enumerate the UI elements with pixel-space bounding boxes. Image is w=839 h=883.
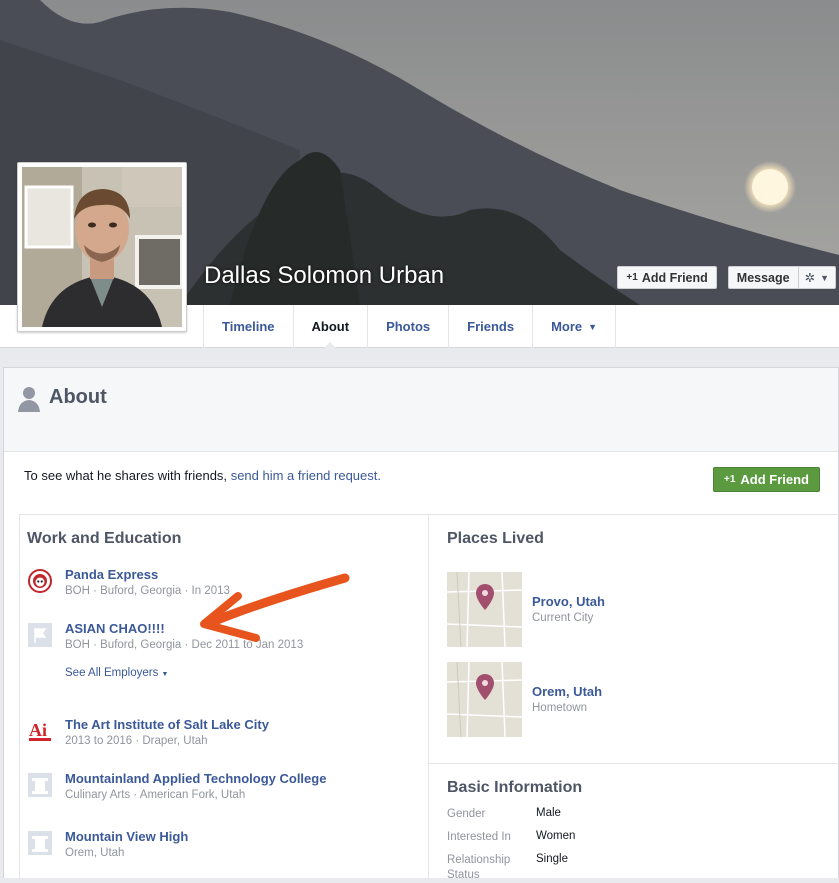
places-lived-title: Places Lived [447,530,544,547]
message-button[interactable]: Message [727,266,799,289]
school-name-link[interactable]: The Art Institute of Salt Lake City [65,717,269,732]
profile-name[interactable]: Dallas Solomon Urban [204,262,444,290]
employer-details: BOH · Buford, Georgia · Dec 2011 to Jan … [65,639,304,651]
tab-more[interactable]: More ▼ [533,305,617,348]
caret-down-icon: ▼ [588,321,598,332]
info-key: Interested In [447,831,511,843]
add-friend-label: Add Friend [641,270,708,285]
caret-down-icon: ▼ [161,671,169,678]
svg-text:Ai: Ai [29,720,47,740]
tab-timeline[interactable]: Timeline [204,305,294,348]
info-key: Gender [447,808,486,820]
work-education-title: Work and Education [27,530,182,547]
school-icon [28,831,52,855]
school-name-link[interactable]: Mountain View High [65,829,188,844]
tab-label: More [551,319,583,334]
basic-information-section: Basic Information Gender Male Interested… [429,763,839,881]
right-column: Places Lived Provo, Utah Current City Or… [429,514,839,881]
profile-picture[interactable] [17,162,187,332]
place-city-link[interactable]: Provo, Utah [532,594,605,609]
add-friend-label: Add Friend [740,472,809,487]
tab-photos[interactable]: Photos [368,305,450,348]
basic-information-title: Basic Information [447,779,583,796]
send-friend-request-link[interactable]: send him a friend request. [231,468,381,483]
see-all-label: See All Employers [65,667,159,679]
gear-icon: ✲ [804,271,816,285]
art-institute-logo: Ai [28,719,52,743]
tab-label: Friends [467,319,515,334]
friend-request-prompt: To see what he shares with friends, send… [24,468,381,483]
employer-details: BOH · Buford, Georgia · In 2013 [65,585,230,597]
page-flag-icon [28,623,52,647]
map-thumbnail[interactable] [447,662,522,737]
place-type: Hometown [532,702,587,714]
tab-about[interactable]: About [294,305,369,349]
info-value: Single [536,853,568,865]
chevron-down-icon: ▼ [820,272,829,283]
tab-label: About [311,319,350,334]
employer-name-link[interactable]: ASIAN CHAO!!!! [65,621,165,636]
add-friend-green-button[interactable]: +1 Add Friend [712,467,820,492]
panda-express-logo [28,569,52,593]
info-value: Women [536,830,576,842]
info-key: Relationship Status [447,854,511,881]
about-title: About [49,386,107,408]
about-header: About [4,368,838,452]
place-city-link[interactable]: Orem, Utah [532,684,602,699]
school-details: Orem, Utah [65,847,125,859]
see-all-employers-link[interactable]: See All Employers ▼ [65,667,168,679]
tab-label: Photos [386,319,431,334]
options-menu-button[interactable]: ✲ ▼ [798,266,836,289]
work-education-section: Work and Education Panda Express BOH · B… [19,514,429,879]
add-friend-button[interactable]: +1 Add Friend [617,266,717,289]
message-label: Message [736,270,790,285]
add-friend-icon: +1 [723,474,736,485]
school-details: 2013 to 2016 · Draper, Utah [65,735,208,747]
place-type: Current City [532,612,594,624]
school-icon [28,773,52,797]
about-section: About To see what he shares with friends… [3,367,839,881]
info-value: Male [536,807,561,819]
tab-friends[interactable]: Friends [449,305,534,348]
add-friend-icon: +1 [626,272,638,283]
person-icon [18,387,40,412]
school-name-link[interactable]: Mountainland Applied Technology College [65,771,326,786]
map-thumbnail[interactable] [447,572,522,647]
employer-name-link[interactable]: Panda Express [65,567,158,582]
tab-label: Timeline [222,319,275,334]
school-details: Culinary Arts · American Fork, Utah [65,789,246,801]
prompt-text: To see what he shares with friends, [24,468,228,483]
